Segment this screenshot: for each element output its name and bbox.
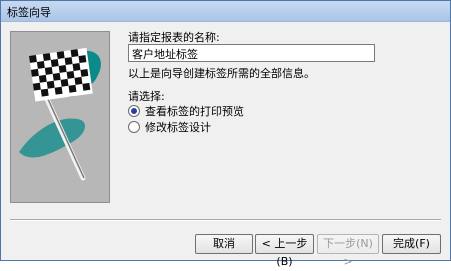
radio-selected-icon[interactable] bbox=[128, 105, 140, 117]
checkered-flag-illustration-icon bbox=[10, 31, 110, 203]
back-button[interactable]: < 上一步(B) bbox=[255, 234, 314, 268]
wizard-info-text: 以上是向导创建标签所需的全部信息。 bbox=[128, 67, 315, 80]
report-name-prompt: 请指定报表的名称: bbox=[128, 31, 220, 44]
window-title: 标签向导 bbox=[7, 6, 51, 19]
option-print-preview[interactable]: 查看标签的打印预览 bbox=[128, 103, 244, 119]
report-name-value: 客户地址标签 bbox=[132, 48, 198, 61]
option-print-preview-label: 查看标签的打印预览 bbox=[145, 105, 244, 118]
label-wizard-window: 标签向导 请指定报表的名称: 客户地址标签 以上是向导创建标签所需的全部信息。 … bbox=[0, 0, 451, 268]
next-button[interactable]: 下一步(N) > bbox=[317, 234, 379, 268]
report-name-input[interactable]: 客户地址标签 bbox=[128, 44, 375, 62]
bottom-separator bbox=[10, 219, 441, 221]
finish-button[interactable]: 完成(F) bbox=[382, 234, 441, 254]
radio-unselected-icon[interactable] bbox=[128, 121, 140, 133]
option-modify-design-label: 修改标签设计 bbox=[145, 121, 211, 134]
cancel-button[interactable]: 取消 bbox=[195, 234, 253, 254]
option-modify-design[interactable]: 修改标签设计 bbox=[128, 119, 211, 135]
choose-label: 请选择: bbox=[128, 90, 165, 103]
title-bar: 标签向导 bbox=[1, 1, 450, 22]
